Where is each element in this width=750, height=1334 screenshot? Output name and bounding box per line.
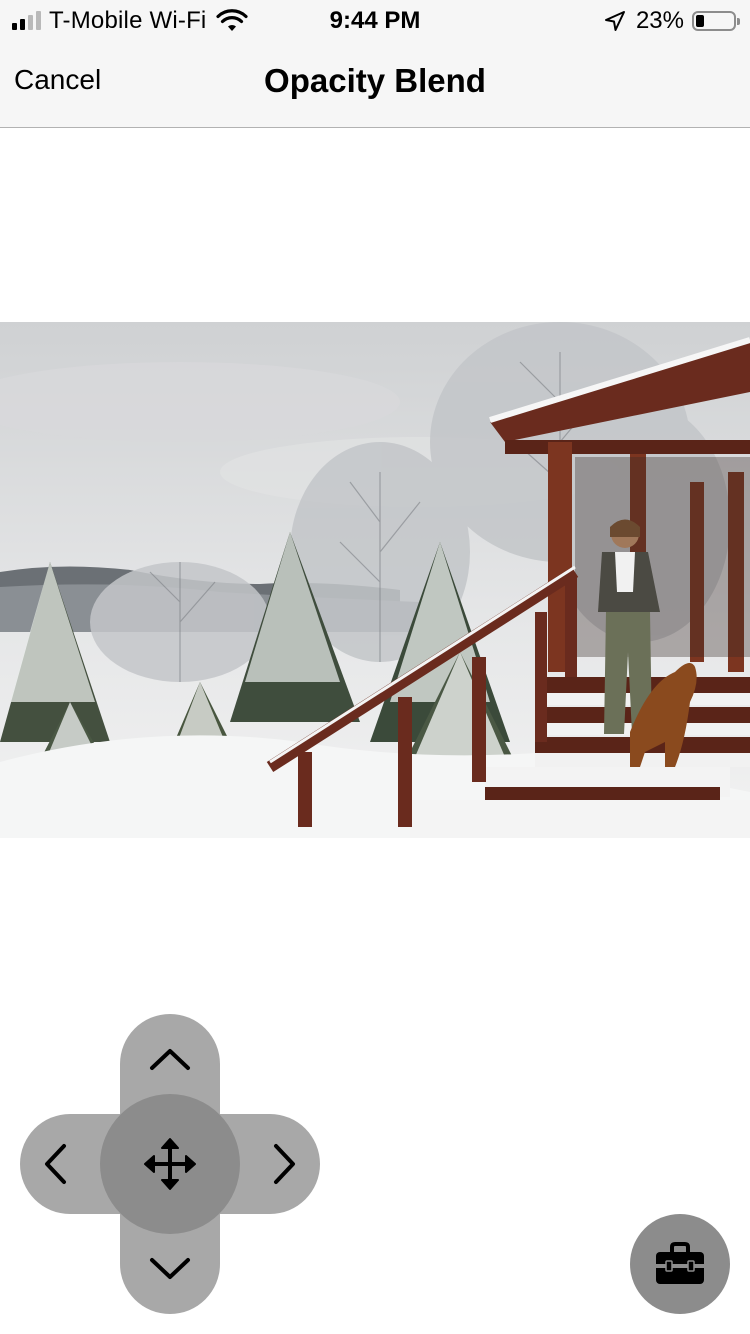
navigation-bar: Cancel Opacity Blend — [0, 40, 750, 128]
move-button[interactable] — [120, 1114, 220, 1214]
location-arrow-icon — [604, 11, 625, 31]
status-bar: T-Mobile Wi-Fi 9:44 PM 23% — [0, 0, 750, 40]
status-right: 23% — [604, 6, 740, 36]
chevron-right-icon — [274, 1144, 295, 1184]
move-arrows-icon — [144, 1138, 196, 1190]
battery-percent: 23% — [635, 7, 684, 34]
snowy-cabin-photo[interactable] — [0, 322, 750, 838]
move-right-button[interactable] — [260, 1124, 310, 1204]
move-up-button[interactable] — [130, 1034, 210, 1084]
toolbox-button[interactable] — [630, 1214, 730, 1314]
toolbox-icon — [656, 1242, 704, 1284]
battery-icon — [692, 11, 740, 31]
direction-pad — [20, 1014, 320, 1314]
move-down-button[interactable] — [130, 1244, 210, 1294]
chevron-left-icon — [45, 1144, 66, 1184]
battery-level-fill — [696, 15, 704, 27]
page-title: Opacity Blend — [264, 62, 486, 99]
chevron-up-icon — [150, 1049, 190, 1070]
chevron-down-icon — [150, 1258, 190, 1279]
move-left-button[interactable] — [30, 1124, 80, 1204]
